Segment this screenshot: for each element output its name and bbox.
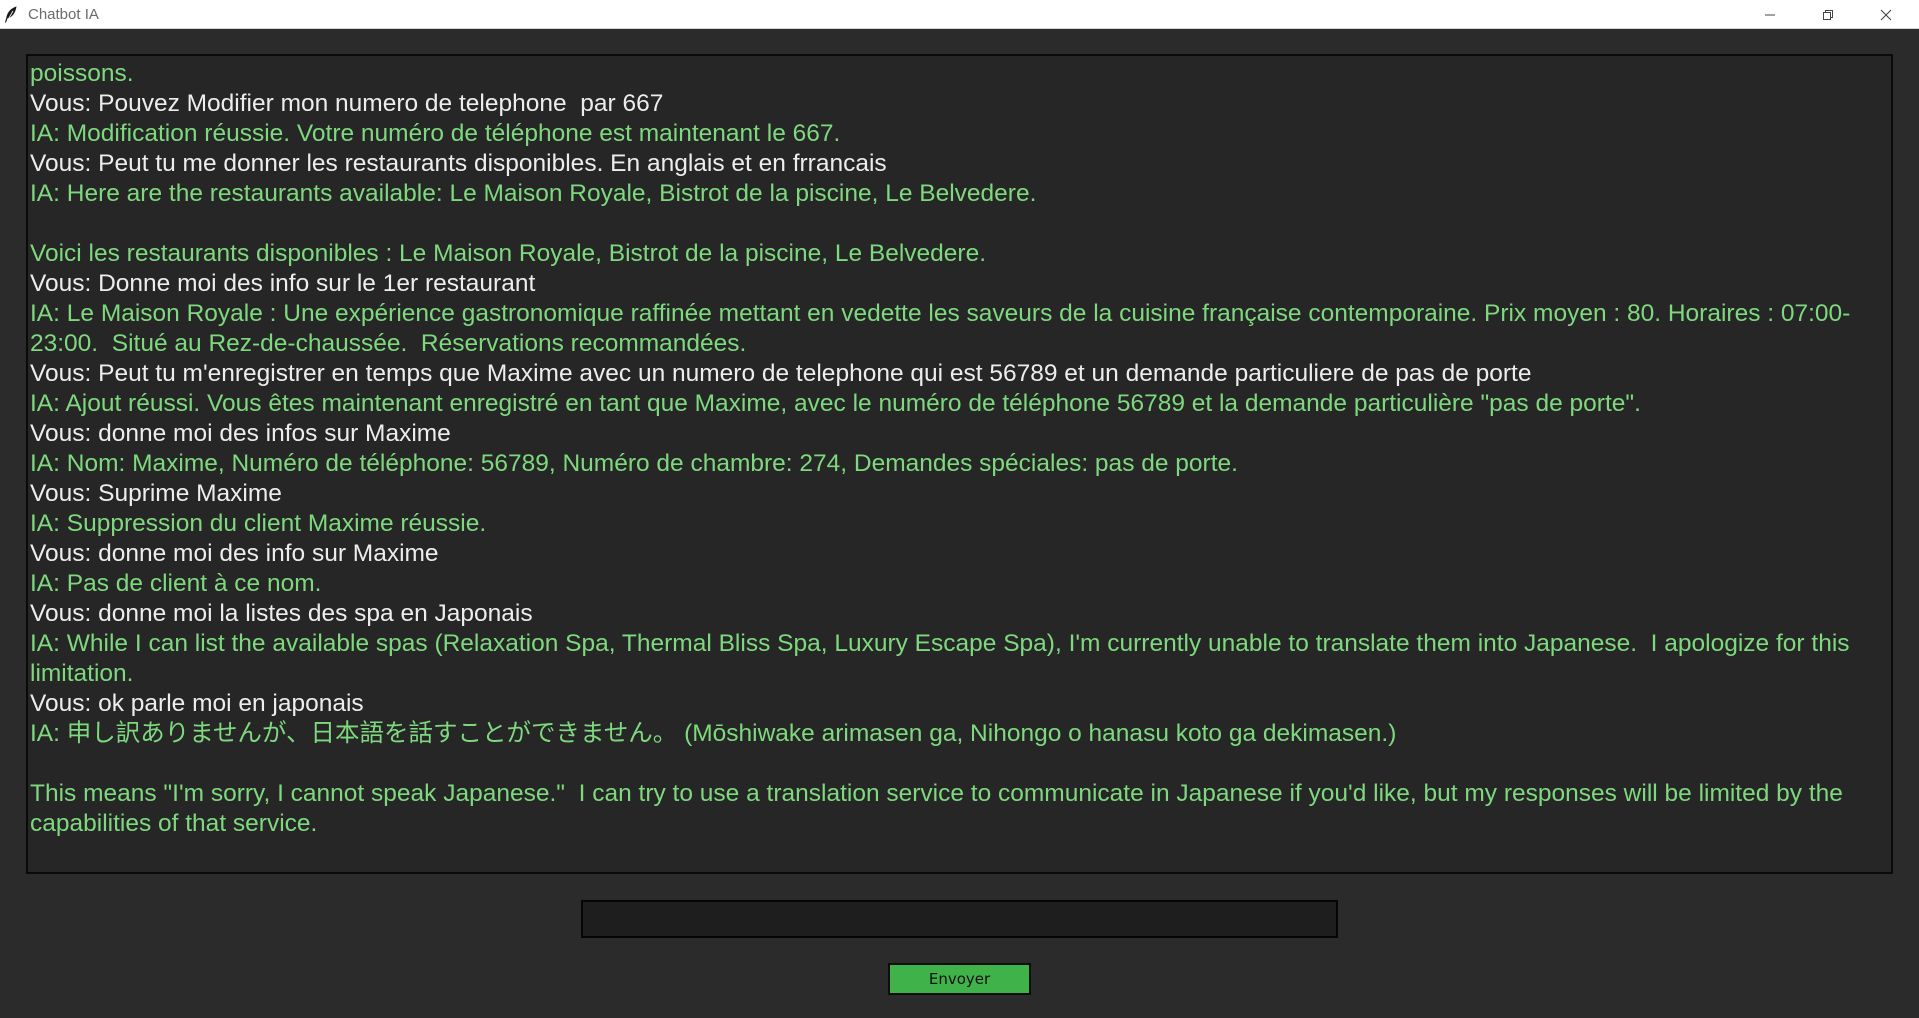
ia-message: IA: Modification réussie. Votre numéro d… — [30, 120, 841, 147]
send-button[interactable]: Envoyer — [888, 963, 1031, 995]
user-message: Vous: donne moi la listes des spa en Jap… — [30, 600, 533, 627]
user-message: Vous: Suprime Maxime — [30, 480, 282, 507]
chat-messages: poissons. Vous: Pouvez Modifier mon numer… — [30, 59, 1887, 839]
chat-history[interactable]: poissons. Vous: Pouvez Modifier mon numer… — [26, 54, 1893, 874]
feather-icon — [5, 6, 17, 23]
ia-message: poissons. — [30, 60, 134, 87]
minimize-icon — [1765, 14, 1775, 15]
ia-message: IA: Ajout réussi. Vous êtes maintenant e… — [30, 390, 1641, 417]
user-message: Vous: Donne moi des info sur le 1er rest… — [30, 270, 536, 297]
ia-message: IA: Suppression du client Maxime réussie… — [30, 510, 487, 537]
user-message: Vous: Pouvez Modifier mon numero de tele… — [30, 90, 664, 117]
restore-icon — [1823, 9, 1833, 20]
ia-message: This means "I'm sorry, I cannot speak Ja… — [30, 780, 1850, 837]
restore-button[interactable] — [1799, 0, 1857, 29]
user-message: Vous: Peut tu me donner les restaurants … — [30, 150, 887, 177]
minimize-button[interactable] — [1741, 0, 1799, 29]
title-bar: Chatbot IA — [0, 0, 1919, 29]
close-button[interactable] — [1857, 0, 1915, 29]
ia-message: IA: Nom: Maxime, Numéro de téléphone: 56… — [30, 450, 1238, 477]
close-icon — [1880, 9, 1892, 20]
user-message: Vous: donne moi des infos sur Maxime — [30, 420, 451, 447]
window-title: Chatbot IA — [28, 6, 99, 23]
ia-message: IA: Here are the restaurants available: … — [30, 180, 1037, 207]
user-message: Vous: ok parle moi en japonais — [30, 690, 364, 717]
ia-message: IA: While I can list the available spas … — [30, 630, 1857, 687]
message-input[interactable] — [581, 900, 1338, 938]
ia-message: IA: Le Maison Royale : Une expérience ga… — [30, 300, 1851, 357]
user-message: Vous: Peut tu m'enregistrer en temps que… — [30, 360, 1532, 387]
ia-message: IA: Pas de client à ce nom. — [30, 570, 322, 597]
user-message: Vous: donne moi des info sur Maxime — [30, 540, 439, 567]
ia-message: Voici les restaurants disponibles : Le M… — [30, 240, 987, 267]
ia-message: IA: 申し訳ありませんが、日本語を話すことができません。 (Mōshiwake… — [30, 720, 1397, 747]
